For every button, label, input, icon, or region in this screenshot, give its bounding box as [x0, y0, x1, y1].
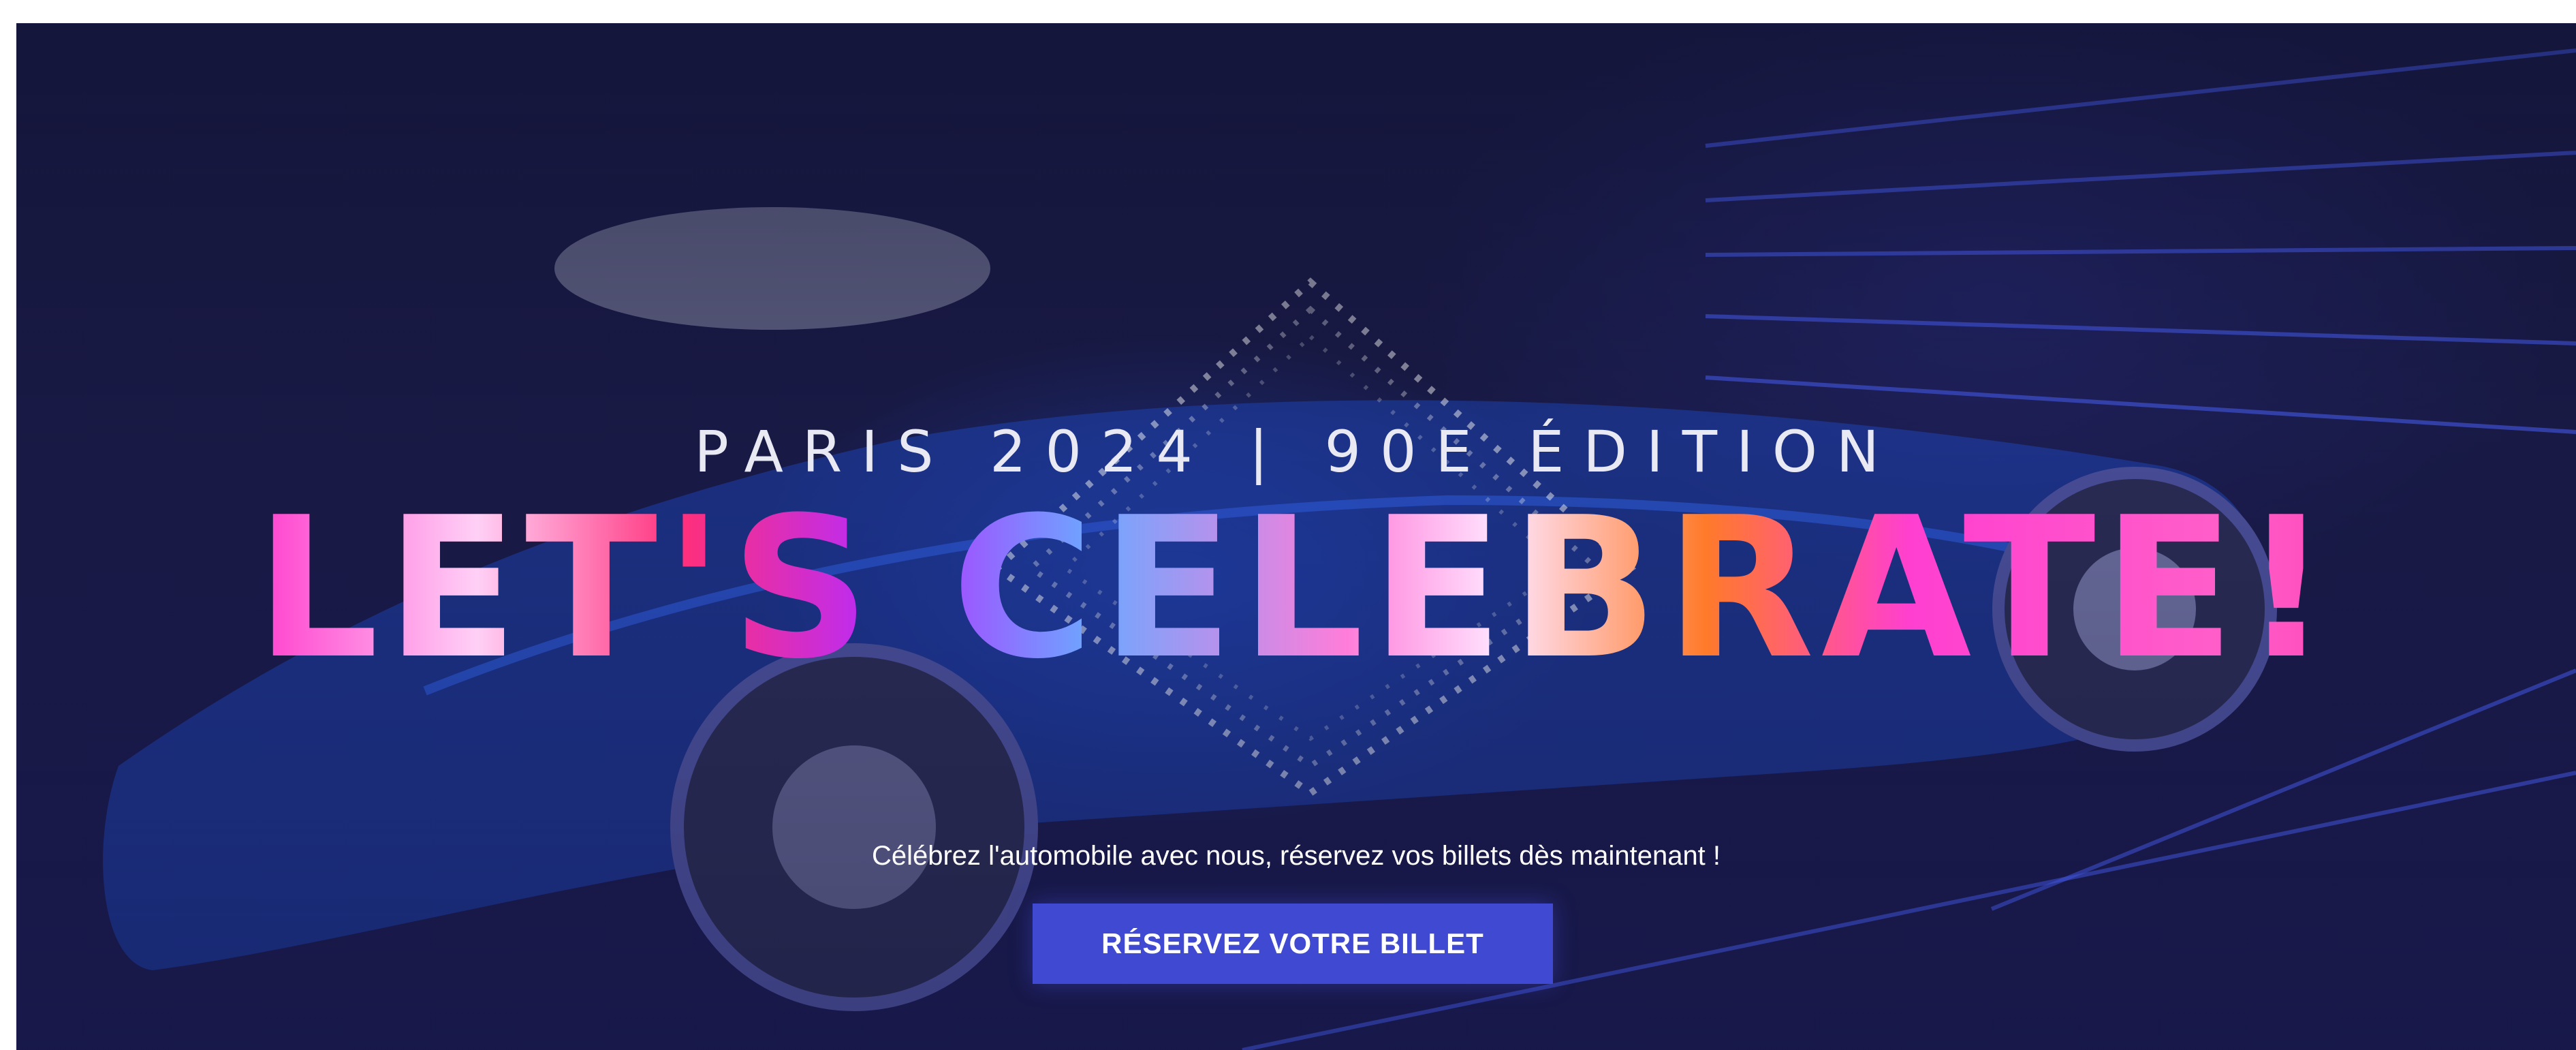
book-ticket-button[interactable]: RÉSERVEZ VOTRE BILLET	[1033, 904, 1553, 984]
hero-banner: PARIS 2024 | 90E ÉDITION LET'S CELEBRATE…	[16, 23, 2576, 1050]
hero-headline: LET'S CELEBRATE!	[16, 487, 2576, 691]
hero-subtitle: Célébrez l'automobile avec nous, réserve…	[871, 841, 1721, 871]
